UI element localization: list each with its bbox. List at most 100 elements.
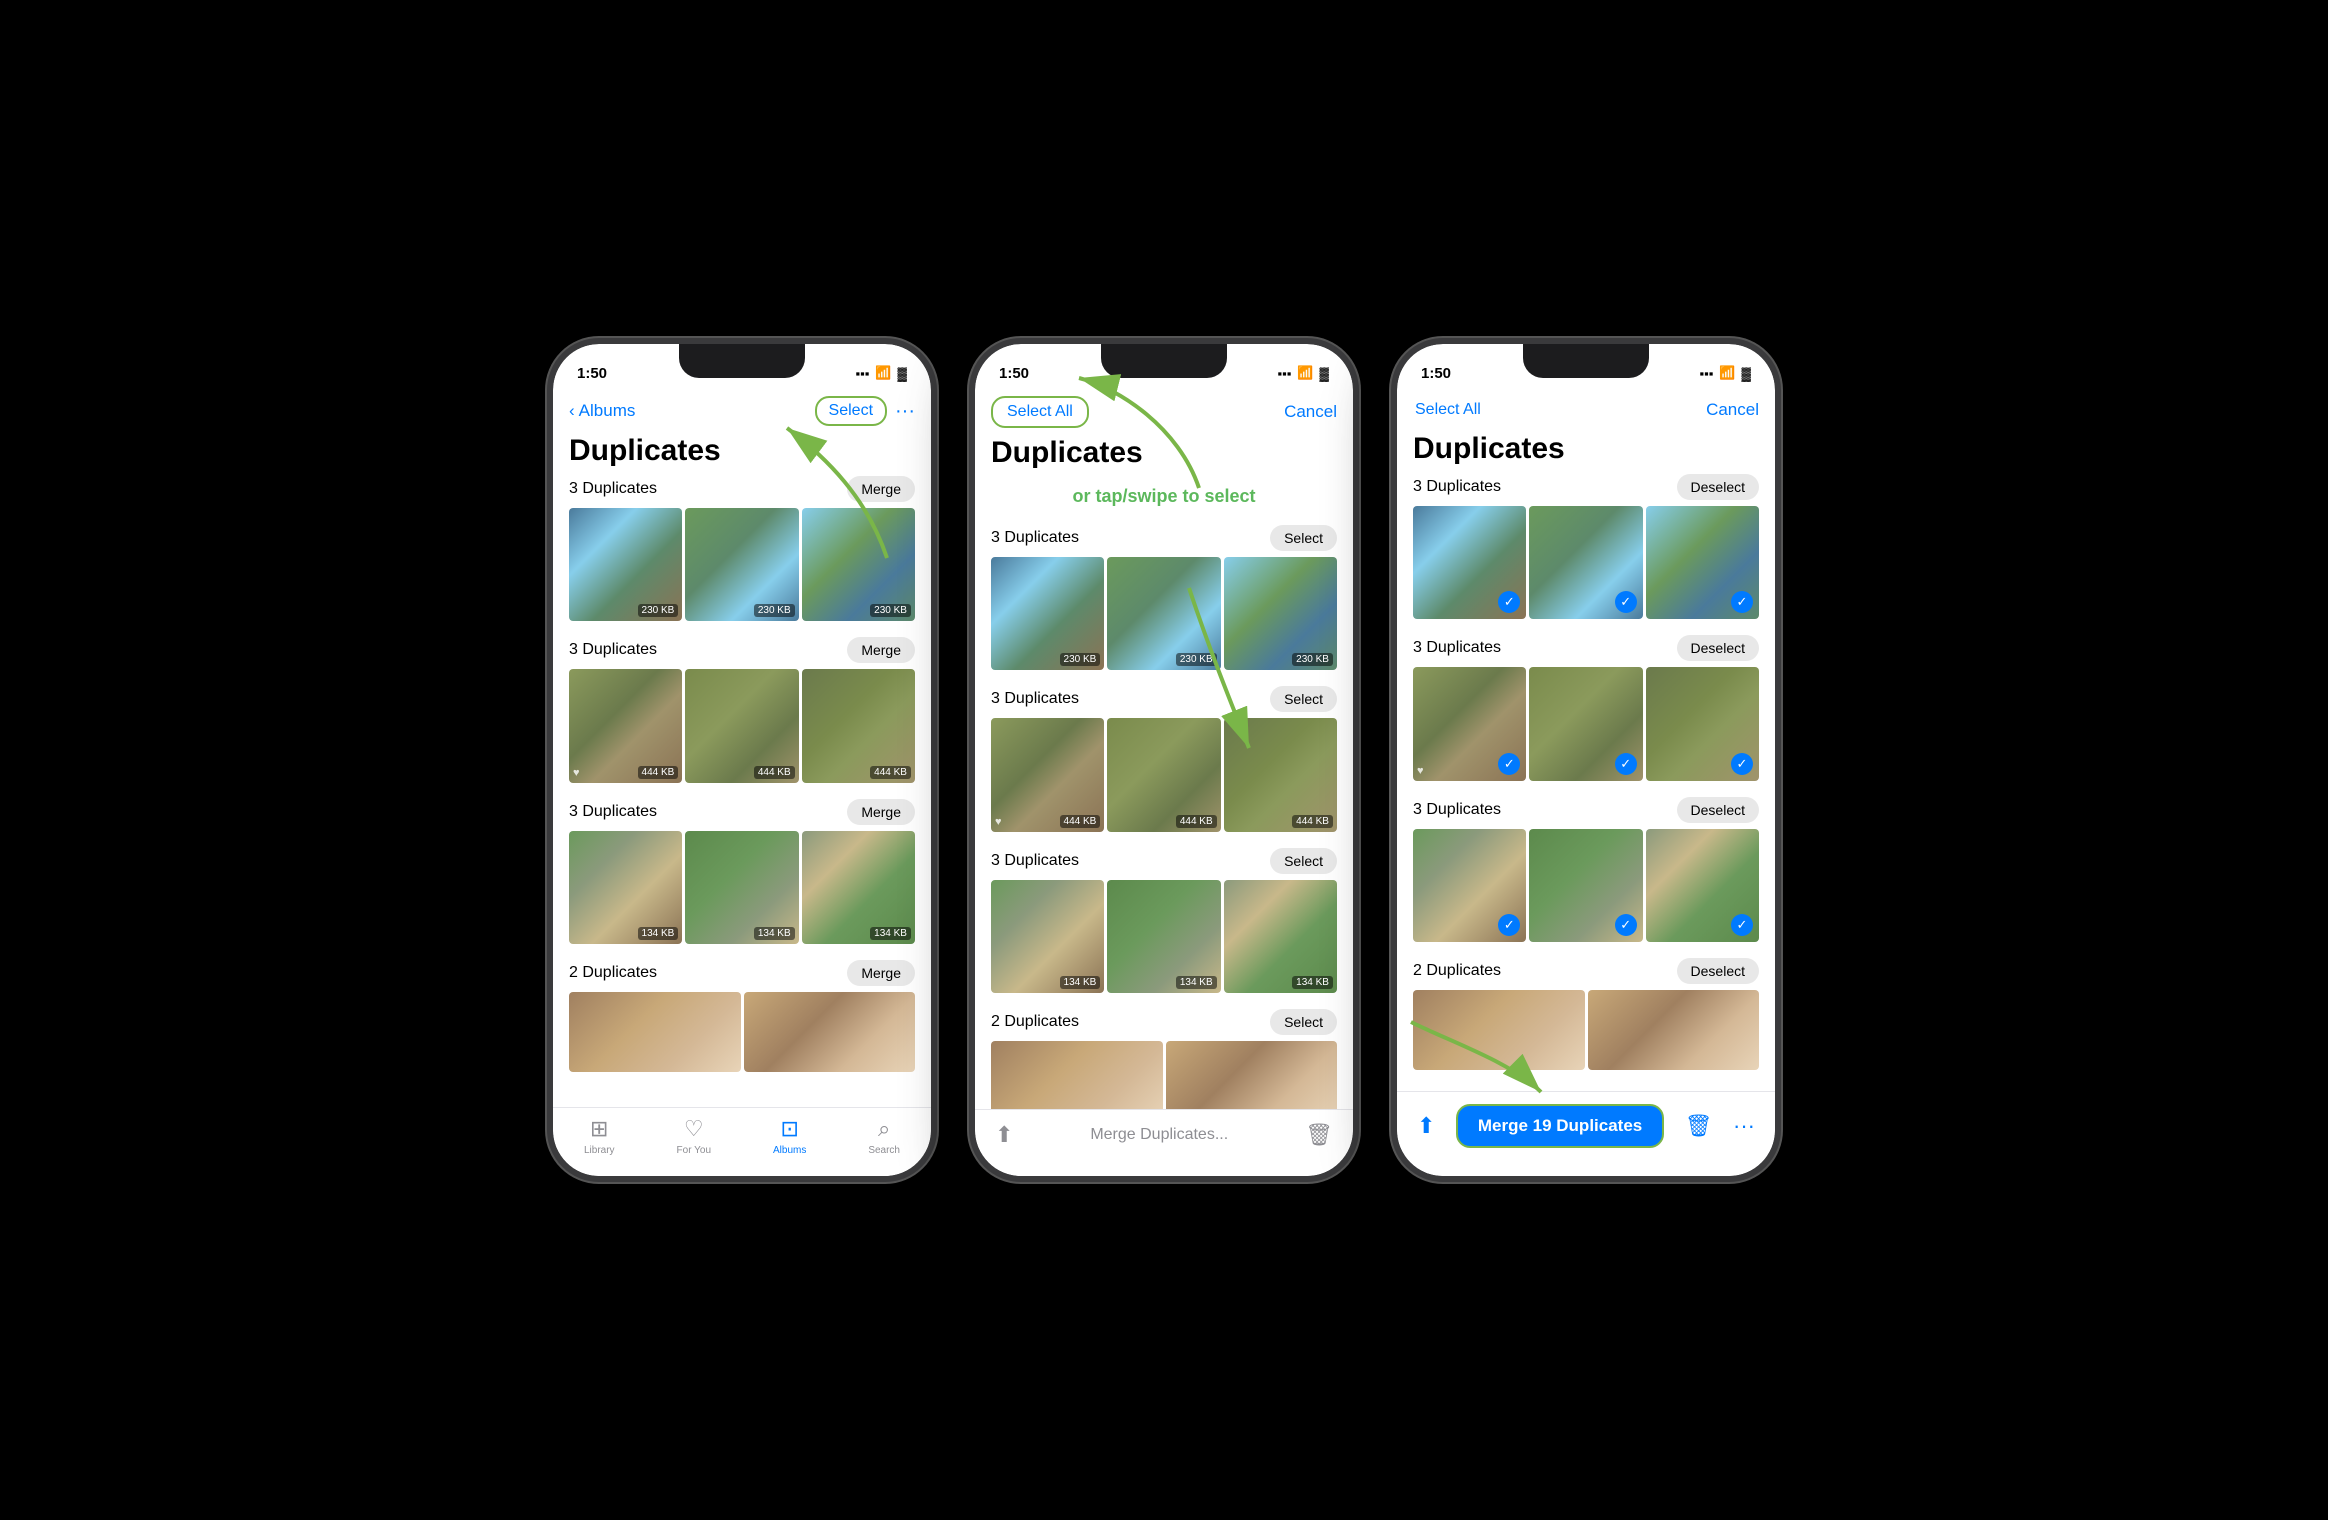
photo-1-3-1[interactable]: 134 KB	[569, 831, 682, 944]
dup-group-1-4: 2 Duplicates Merge	[569, 960, 915, 1072]
photo-3-1-1[interactable]: ✓	[1413, 506, 1526, 619]
heart-icon-1-2-1: ♥	[573, 767, 580, 779]
deselect-btn-3-1[interactable]: Deselect	[1677, 474, 1759, 500]
photo-2-1-2[interactable]: 230 KB	[1107, 557, 1220, 670]
dup-group-2-1: 3 Duplicates Select 230 KB 230 KB 230	[991, 525, 1337, 670]
photo-2-1-1[interactable]: 230 KB	[991, 557, 1104, 670]
dup-count-2-4: 2 Duplicates	[991, 1013, 1079, 1031]
photo-1-1-2[interactable]: 230 KB	[685, 508, 798, 621]
signal-icon-1: ▪▪▪	[856, 366, 870, 381]
photo-2-3-2[interactable]: 134 KB	[1107, 880, 1220, 993]
merge-duplicates-btn-2[interactable]: Merge Duplicates...	[1090, 1126, 1228, 1144]
select-btn-2-4[interactable]: Select	[1270, 1009, 1337, 1035]
merge-btn-1-4[interactable]: Merge	[847, 960, 915, 986]
photo-1-2-3[interactable]: 444 KB	[802, 669, 915, 782]
photo-2-4-2[interactable]	[1166, 1041, 1338, 1109]
photos-row-3-4	[1413, 990, 1759, 1070]
tab-albums-1[interactable]: ⊡ Albums	[773, 1116, 806, 1156]
photo-1-3-3[interactable]: 134 KB	[802, 831, 915, 944]
photo-size-1-1-1: 230 KB	[638, 604, 679, 617]
share-btn-2[interactable]: ⬆	[995, 1122, 1013, 1148]
delete-btn-3[interactable]: 🗑	[1685, 1113, 1713, 1139]
select-btn-2-2[interactable]: Select	[1270, 686, 1337, 712]
photo-2-2-2[interactable]: 444 KB	[1107, 718, 1220, 831]
photo-size-2-3-1: 134 KB	[1060, 976, 1101, 989]
photo-3-3-2[interactable]: ✓	[1529, 829, 1642, 942]
dup-count-2-2: 3 Duplicates	[991, 690, 1079, 708]
photo-1-2-1[interactable]: ♥ 444 KB	[569, 669, 682, 782]
deselect-btn-3-4[interactable]: Deselect	[1677, 958, 1759, 984]
photo-3-1-3[interactable]: ✓	[1646, 506, 1759, 619]
deselect-btn-3-2[interactable]: Deselect	[1677, 635, 1759, 661]
chevron-left-icon-1: ‹	[569, 401, 575, 421]
more-btn-3[interactable]: ···	[1733, 1113, 1755, 1139]
select-button-1[interactable]: Select	[815, 396, 887, 426]
deselect-btn-3-3[interactable]: Deselect	[1677, 797, 1759, 823]
merge-btn-1-1[interactable]: Merge	[847, 476, 915, 502]
phone-3: 1:50 ▪▪▪ 📶 ▓ Select All Cancel Duplicate…	[1391, 338, 1781, 1182]
screen-3: 1:50 ▪▪▪ 📶 ▓ Select All Cancel Duplicate…	[1397, 344, 1775, 1176]
photo-3-3-3[interactable]: ✓	[1646, 829, 1759, 942]
more-button-1[interactable]: ···	[895, 400, 915, 423]
photo-3-4-2[interactable]	[1588, 990, 1760, 1070]
action-bar-2: ⬆ Merge Duplicates... 🗑	[975, 1109, 1353, 1176]
photo-1-4-2[interactable]	[744, 992, 916, 1072]
time-3: 1:50	[1421, 365, 1451, 382]
dup-group-1-2: 3 Duplicates Merge ♥ 444 KB 444 KB	[569, 637, 915, 782]
photo-2-3-1[interactable]: 134 KB	[991, 880, 1104, 993]
battery-icon-3: ▓	[1742, 366, 1751, 381]
photo-2-4-1[interactable]	[991, 1041, 1163, 1109]
tab-foryou-1[interactable]: ♡ For You	[677, 1116, 711, 1156]
albums-icon-1: ⊡	[780, 1116, 798, 1142]
select-btn-2-1[interactable]: Select	[1270, 525, 1337, 551]
back-button-1[interactable]: ‹ Albums	[569, 401, 635, 421]
photo-1-4-1[interactable]	[569, 992, 741, 1072]
content-1[interactable]: 3 Duplicates Merge 230 KB 230 KB 230	[553, 476, 931, 1107]
photo-3-2-1[interactable]: ♥ ✓	[1413, 667, 1526, 780]
photo-1-2-2[interactable]: 444 KB	[685, 669, 798, 782]
photo-3-4-1[interactable]	[1413, 990, 1585, 1070]
select-all-button-2[interactable]: Select All	[991, 396, 1089, 428]
photo-3-3-1[interactable]: ✓	[1413, 829, 1526, 942]
wifi-icon-1: 📶	[875, 365, 891, 381]
photo-3-1-2[interactable]: ✓	[1529, 506, 1642, 619]
merge-19-btn-3[interactable]: Merge 19 Duplicates	[1456, 1104, 1664, 1148]
photo-2-2-1[interactable]: ♥ 444 KB	[991, 718, 1104, 831]
photo-2-2-3[interactable]: 444 KB	[1224, 718, 1337, 831]
photo-3-2-3[interactable]: ✓	[1646, 667, 1759, 780]
cancel-button-3[interactable]: Cancel	[1706, 400, 1759, 420]
select-btn-2-3[interactable]: Select	[1270, 848, 1337, 874]
dup-group-3-1: 3 Duplicates Deselect ✓ ✓ ✓	[1413, 474, 1759, 619]
heart-icon-2-2: ♥	[995, 816, 1002, 828]
photo-1-3-2[interactable]: 134 KB	[685, 831, 798, 944]
photo-2-3-3[interactable]: 134 KB	[1224, 880, 1337, 993]
back-label-1[interactable]: Albums	[579, 401, 636, 421]
photo-size-1-1-3: 230 KB	[870, 604, 911, 617]
dup-header-1-4: 2 Duplicates Merge	[569, 960, 915, 986]
merge-btn-1-3[interactable]: Merge	[847, 799, 915, 825]
photo-1-1-3[interactable]: 230 KB	[802, 508, 915, 621]
page-title-3: Duplicates	[1413, 432, 1759, 466]
select-all-button-3[interactable]: Select All	[1413, 396, 1483, 424]
merge-btn-1-2[interactable]: Merge	[847, 637, 915, 663]
time-1: 1:50	[577, 365, 607, 382]
cancel-button-2[interactable]: Cancel	[1284, 402, 1337, 422]
photo-2-1-3[interactable]: 230 KB	[1224, 557, 1337, 670]
dup-count-3-1: 3 Duplicates	[1413, 478, 1501, 496]
photo-1-1-1[interactable]: 230 KB	[569, 508, 682, 621]
library-icon-1: ⊞	[590, 1116, 608, 1142]
delete-btn-2[interactable]: 🗑	[1305, 1122, 1333, 1148]
status-icons-3: ▪▪▪ 📶 ▓	[1700, 365, 1752, 381]
photo-size-2-1-1: 230 KB	[1060, 653, 1101, 666]
photos-row-2-4	[991, 1041, 1337, 1109]
content-3[interactable]: 3 Duplicates Deselect ✓ ✓ ✓	[1397, 474, 1775, 1091]
photo-3-2-2[interactable]: ✓	[1529, 667, 1642, 780]
tab-search-1[interactable]: ⌕ Search	[868, 1116, 900, 1156]
nav-bar-1: ‹ Albums Select ···	[553, 392, 931, 434]
dup-header-3-4: 2 Duplicates Deselect	[1413, 958, 1759, 984]
tab-library-1[interactable]: ⊞ Library	[584, 1116, 615, 1156]
heart-icon-3-2: ♥	[1417, 765, 1424, 777]
share-btn-3[interactable]: ⬆	[1417, 1113, 1435, 1139]
content-2[interactable]: 3 Duplicates Select 230 KB 230 KB 230	[975, 525, 1353, 1109]
dup-header-1-1: 3 Duplicates Merge	[569, 476, 915, 502]
